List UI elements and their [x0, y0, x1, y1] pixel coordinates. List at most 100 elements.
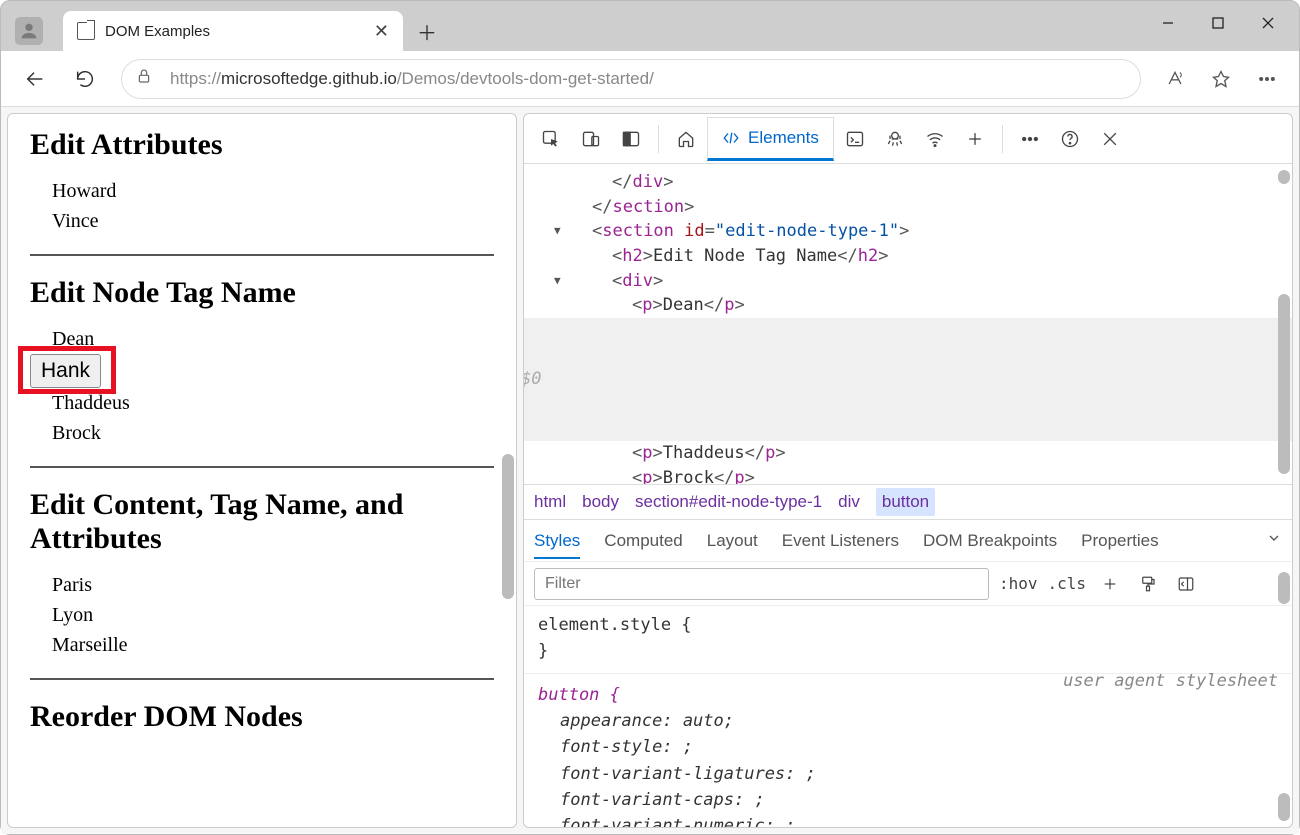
crumb[interactable]: body: [582, 492, 619, 512]
style-prop: font-variant-ligatures: ;: [560, 761, 1278, 787]
heading-reorder-dom: Reorder DOM Nodes: [30, 700, 494, 734]
crumb[interactable]: html: [534, 492, 566, 512]
close-tab-icon[interactable]: ✕: [374, 21, 389, 42]
dom-line[interactable]: <h2>Edit Node Tag Name</h2>: [572, 244, 1292, 269]
list-item: Thaddeus: [52, 388, 494, 418]
cls-toggle[interactable]: .cls: [1048, 574, 1087, 593]
new-tab-button[interactable]: ＋: [409, 13, 445, 49]
dom-scrollbar[interactable]: [1278, 294, 1290, 474]
favorites-icon[interactable]: [1201, 59, 1241, 99]
close-devtools-icon[interactable]: [1091, 120, 1129, 158]
device-toggle-icon[interactable]: [572, 120, 610, 158]
page-scrollbar[interactable]: [502, 454, 514, 599]
back-button[interactable]: [13, 57, 57, 101]
list-item: Lyon: [52, 600, 494, 630]
window-controls: [1143, 5, 1293, 41]
dom-breadcrumbs: html body section#edit-node-type-1 div b…: [524, 484, 1292, 520]
styles-body[interactable]: element.style { } button { user agent st…: [524, 606, 1292, 827]
dom-line[interactable]: <p>Dean</p>: [572, 293, 1292, 318]
heading-edit-content: Edit Content, Tag Name, and Attributes: [30, 488, 494, 556]
titlebar: DOM Examples ✕ ＋: [1, 1, 1299, 51]
settings-menu-icon[interactable]: [1247, 59, 1287, 99]
styles-bar-scrollbar[interactable]: [1278, 572, 1290, 604]
hov-toggle[interactable]: :hov: [999, 574, 1038, 593]
list-item: Howard: [52, 176, 494, 206]
dom-scrollbar-top[interactable]: [1278, 170, 1290, 184]
tab-layout[interactable]: Layout: [707, 531, 758, 551]
dom-tree[interactable]: </div> </section> ▼<section id="edit-nod…: [524, 164, 1292, 484]
list-item: Vince: [52, 206, 494, 236]
list-item: Brock: [52, 418, 494, 448]
dom-line[interactable]: ▼<div>: [572, 269, 1292, 294]
tab-title: DOM Examples: [105, 23, 210, 40]
overflow-icon[interactable]: [1011, 120, 1049, 158]
inspect-icon[interactable]: [532, 120, 570, 158]
paint-tool-icon[interactable]: [1134, 575, 1162, 593]
devtools-pane: Elements </div> </section> ▼<section id=…: [523, 113, 1293, 828]
crumb[interactable]: div: [838, 492, 860, 512]
style-prop: font-style: ;: [560, 734, 1278, 760]
crumb-selected[interactable]: button: [876, 488, 935, 516]
crumb[interactable]: section#edit-node-type-1: [635, 492, 822, 512]
tab-computed[interactable]: Computed: [604, 531, 682, 551]
refresh-button[interactable]: [63, 57, 107, 101]
tab-styles[interactable]: Styles: [534, 531, 580, 559]
dom-line[interactable]: </section>: [572, 195, 1292, 220]
page-pane: Edit Attributes Howard Vince Edit Node T…: [7, 113, 517, 828]
lock-icon: [136, 68, 152, 89]
network-icon[interactable]: [916, 120, 954, 158]
styles-filter-bar: :hov .cls: [524, 562, 1292, 606]
maximize-button[interactable]: [1193, 5, 1243, 41]
user-agent-stylesheet-label: user agent stylesheet: [1063, 668, 1278, 694]
list-item: Marseille: [52, 630, 494, 660]
tab-event-listeners[interactable]: Event Listeners: [782, 531, 899, 551]
list-item: Paris: [52, 570, 494, 600]
new-style-rule-icon[interactable]: [1096, 575, 1124, 593]
dom-line[interactable]: <p>Brock</p>: [572, 466, 1292, 484]
dom-line[interactable]: ▼<section id="edit-node-type-1">: [572, 219, 1292, 244]
browser-toolbar: https://microsoftedge.github.io/Demos/de…: [1, 51, 1299, 107]
url-text: https://microsoftedge.github.io/Demos/de…: [170, 69, 654, 89]
dom-line-selected[interactable]: ●●● <button>Hank</button> == $0: [524, 318, 1292, 441]
more-tabs-icon[interactable]: [956, 120, 994, 158]
profile-button[interactable]: [15, 17, 43, 45]
chevron-down-icon[interactable]: [1266, 530, 1282, 551]
welcome-icon[interactable]: [667, 120, 705, 158]
styles-sub-tabs: Styles Computed Layout Event Listeners D…: [524, 520, 1292, 562]
list-edit-content: Paris Lyon Marseille: [52, 570, 494, 660]
style-rule: element.style {: [538, 612, 1278, 638]
styles-scrollbar[interactable]: [1278, 793, 1290, 821]
divider: [30, 678, 494, 680]
page-icon: [77, 22, 95, 40]
divider: [30, 254, 494, 256]
sources-icon[interactable]: [876, 120, 914, 158]
close-window-button[interactable]: [1243, 5, 1293, 41]
tab-properties[interactable]: Properties: [1081, 531, 1158, 551]
hank-button[interactable]: Hank: [30, 354, 101, 388]
elements-tab[interactable]: Elements: [707, 117, 834, 161]
styles-filter-input[interactable]: [534, 568, 989, 600]
address-bar[interactable]: https://microsoftedge.github.io/Demos/de…: [121, 59, 1141, 99]
browser-tab[interactable]: DOM Examples ✕: [63, 11, 403, 51]
list-edit-node-tag-name: Dean Hank Thaddeus Brock: [52, 324, 494, 448]
content-row: Edit Attributes Howard Vince Edit Node T…: [1, 107, 1299, 834]
dom-line[interactable]: <p>Thaddeus</p>: [572, 441, 1292, 466]
dock-icon[interactable]: [612, 120, 650, 158]
tab-dom-breakpoints[interactable]: DOM Breakpoints: [923, 531, 1057, 551]
toggle-sidebar-icon[interactable]: [1172, 575, 1200, 593]
read-aloud-icon[interactable]: [1155, 59, 1195, 99]
help-icon[interactable]: [1051, 120, 1089, 158]
page-content[interactable]: Edit Attributes Howard Vince Edit Node T…: [8, 114, 516, 827]
divider: [30, 466, 494, 468]
style-prop: font-variant-numeric: ;: [560, 813, 1278, 827]
devtools-tabs: Elements: [524, 114, 1292, 164]
list-item: Dean: [52, 324, 494, 354]
dom-line[interactable]: </div>: [572, 170, 1292, 195]
heading-edit-node-tag-name: Edit Node Tag Name: [30, 276, 494, 310]
style-prop: appearance: auto;: [560, 708, 1278, 734]
minimize-button[interactable]: [1143, 5, 1193, 41]
list-edit-attributes: Howard Vince: [52, 176, 494, 236]
style-rule: }: [538, 638, 1278, 664]
console-icon[interactable]: [836, 120, 874, 158]
dom-tree-wrap: </div> </section> ▼<section id="edit-nod…: [524, 164, 1292, 484]
